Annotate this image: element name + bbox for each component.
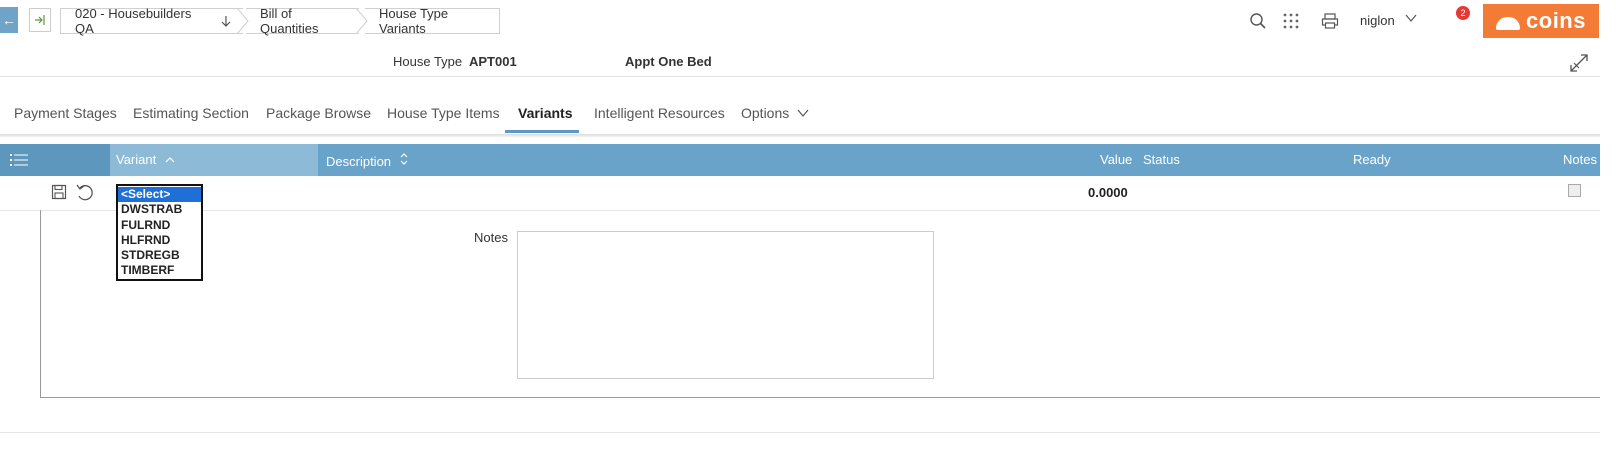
column-header-notes[interactable]: Notes <box>1563 152 1597 167</box>
tab-estimating-section[interactable]: Estimating Section <box>133 105 249 121</box>
breadcrumb-separator <box>236 8 249 34</box>
helmet-icon <box>1496 16 1521 30</box>
breadcrumb-label: House Type Variants <box>379 6 449 36</box>
column-header-status[interactable]: Status <box>1143 152 1180 167</box>
chevron-down-icon <box>797 109 809 117</box>
house-type-label: House Type <box>393 54 463 69</box>
tabs-shadow <box>0 134 1600 138</box>
variant-option[interactable]: STDREGB <box>118 248 201 263</box>
breadcrumb-bill-of-quantities[interactable]: Bill of Quantities <box>246 6 359 36</box>
search-icon <box>1250 13 1266 29</box>
sort-both-icon <box>400 153 408 165</box>
notes-textarea[interactable] <box>517 231 934 379</box>
expand-arrows-icon <box>1570 54 1588 72</box>
sort-ascending-icon <box>165 157 175 163</box>
coins-logo: coins <box>1483 4 1599 38</box>
variant-option[interactable]: FULRND <box>118 218 201 233</box>
tab-options-label: Options <box>741 105 790 121</box>
breadcrumb-house-type-variants[interactable]: House Type Variants <box>365 6 500 36</box>
tab-intelligent-resources[interactable]: Intelligent Resources <box>594 105 725 121</box>
enter-icon <box>35 15 45 25</box>
list-menu-icon[interactable] <box>10 152 30 168</box>
logo-text: coins <box>1526 8 1586 33</box>
expand-button[interactable] <box>1568 52 1590 74</box>
print-button[interactable] <box>1319 10 1341 32</box>
column-header-label: Variant <box>116 152 157 167</box>
variant-option[interactable]: TIMBERF <box>118 263 201 278</box>
breadcrumb-label: 020 - Housebuilders QA <box>75 6 192 36</box>
chevron-down-icon[interactable] <box>1405 12 1417 27</box>
column-header-label: Description <box>326 154 392 169</box>
tab-options[interactable]: Options <box>741 105 809 121</box>
column-header-description[interactable]: Description <box>326 152 409 169</box>
column-header-variant[interactable]: Variant <box>116 152 175 167</box>
tab-variants[interactable]: Variants <box>518 105 572 121</box>
variant-option[interactable]: HLFRND <box>118 233 201 248</box>
variant-option[interactable]: <Select> <box>118 187 201 203</box>
grid-icon <box>1283 13 1299 29</box>
breadcrumb-label: Bill of Quantities <box>260 6 319 36</box>
notes-checkbox[interactable] <box>1568 184 1581 197</box>
grid-header: Variant Description Value Status Ready N… <box>0 144 1600 176</box>
tab-payment-stages[interactable]: Payment Stages <box>14 105 117 121</box>
arrow-down-icon <box>221 16 231 27</box>
undo-icon <box>76 184 93 201</box>
user-menu[interactable]: niglon <box>1360 13 1395 28</box>
grid-menu-cell <box>0 144 110 176</box>
footer-divider <box>0 432 1600 433</box>
back-button[interactable]: ← <box>0 7 18 33</box>
notes-label: Notes <box>474 230 508 245</box>
variant-select-list[interactable]: <Select> DWSTRAB FULRND HLFRND STDREGB T… <box>116 184 203 281</box>
column-header-ready[interactable]: Ready <box>1353 152 1391 167</box>
tab-house-type-items[interactable]: House Type Items <box>387 105 500 121</box>
undo-button[interactable] <box>75 183 95 201</box>
breadcrumb-company[interactable]: 020 - Housebuilders QA <box>60 6 243 36</box>
save-button[interactable] <box>51 184 67 200</box>
tab-package-browse[interactable]: Package Browse <box>266 105 371 121</box>
arrow-left-icon: ← <box>2 12 16 28</box>
notification-badge[interactable]: 2 <box>1456 6 1470 20</box>
printer-icon <box>1321 13 1339 29</box>
active-tab-indicator <box>505 130 579 133</box>
save-icon <box>51 184 67 200</box>
home-button[interactable] <box>29 8 51 32</box>
variant-option[interactable]: DWSTRAB <box>118 202 201 217</box>
house-type-description: Appt One Bed <box>625 54 712 69</box>
apps-button[interactable] <box>1280 10 1302 32</box>
breadcrumb-separator <box>355 8 368 34</box>
column-header-value[interactable]: Value <box>1100 152 1132 167</box>
search-button[interactable] <box>1247 10 1269 32</box>
variant-value: 0.0000 <box>1088 185 1128 200</box>
top-bar: ← 020 - Housebuilders QA Bill of Quantit… <box>0 0 1616 42</box>
header-divider <box>0 76 1600 77</box>
right-margin <box>1600 0 1616 460</box>
house-type-code: APT001 <box>469 54 517 69</box>
